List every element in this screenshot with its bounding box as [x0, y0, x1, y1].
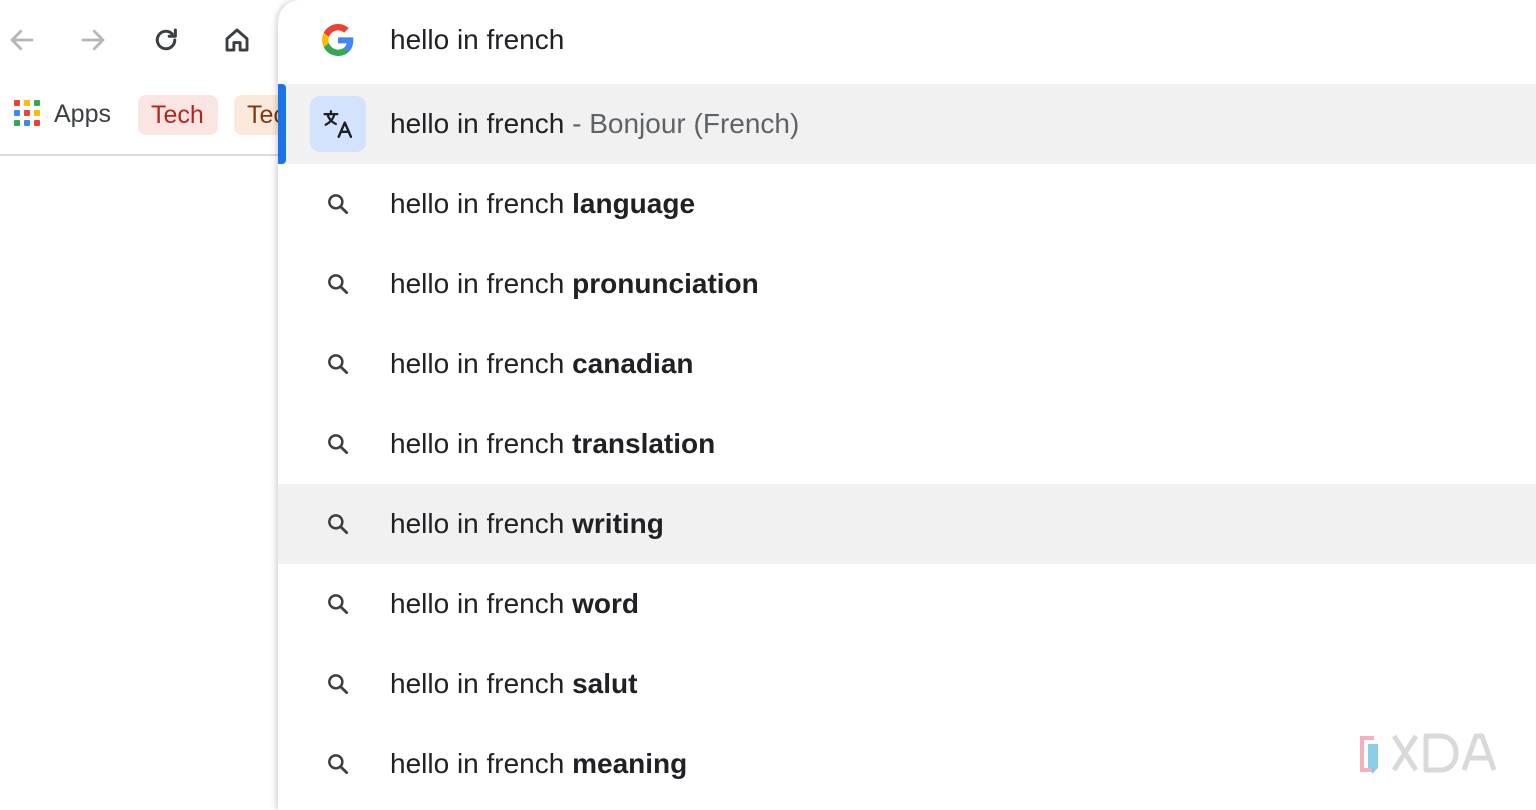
answer-query: hello in french	[390, 108, 565, 139]
forward-button[interactable]	[71, 18, 115, 62]
toolbar-divider	[0, 154, 300, 156]
suggestion-prefix: hello in french	[390, 428, 573, 459]
suggestion-item[interactable]: hello in french meaning	[278, 724, 1536, 804]
suggestion-prefix: hello in french	[390, 268, 573, 299]
arrow-left-icon	[10, 29, 34, 51]
browser-toolbar	[0, 0, 300, 80]
suggestion-text: hello in french word	[390, 586, 639, 622]
suggestion-item[interactable]: hello in french pronunciation	[278, 244, 1536, 324]
answer-separator: -	[564, 108, 590, 139]
omnibox-input[interactable]: hello in french	[390, 22, 564, 58]
translate-icon	[310, 96, 366, 152]
suggestion-item[interactable]: hello in french word	[278, 564, 1536, 644]
search-icon	[318, 664, 358, 704]
suggestion-completion: word	[572, 588, 639, 619]
suggestion-prefix: hello in french	[390, 588, 573, 619]
suggestion-item[interactable]: hello in french canadian	[278, 324, 1536, 404]
arrow-right-icon	[81, 29, 105, 51]
search-icon	[318, 504, 358, 544]
google-g-icon	[322, 24, 354, 56]
suggestion-completion: salut	[572, 668, 638, 699]
home-icon	[225, 28, 249, 52]
answer-translation: Bonjour (French)	[589, 108, 800, 139]
suggestion-completion: meaning	[572, 748, 688, 779]
search-icon	[318, 264, 358, 304]
suggestion-prefix: hello in french	[390, 668, 573, 699]
suggestion-completion: canadian	[572, 348, 694, 379]
reload-icon	[155, 28, 177, 51]
suggestion-prefix: hello in french	[390, 508, 573, 539]
suggestion-prefix: hello in french	[390, 348, 573, 379]
bookmark-apps[interactable]: Apps	[14, 96, 111, 132]
search-icon	[318, 584, 358, 624]
suggestion-completion: pronunciation	[572, 268, 759, 299]
home-button[interactable]	[215, 18, 259, 62]
suggestion-item[interactable]: hello in french translation	[278, 404, 1536, 484]
search-icon	[318, 424, 358, 464]
xda-watermark-logo	[1360, 733, 1497, 774]
search-icon	[318, 344, 358, 384]
search-icon	[318, 744, 358, 784]
suggestion-text: hello in french writing	[390, 506, 664, 542]
suggestion-translate-answer[interactable]: hello in french - Bonjour (French)	[278, 84, 1536, 164]
search-icon	[318, 184, 358, 224]
suggestion-text: hello in french pronunciation	[390, 266, 759, 302]
suggestion-item[interactable]: hello in french salut	[278, 644, 1536, 724]
suggestion-text: hello in french canadian	[390, 346, 694, 382]
suggestion-text: hello in french translation	[390, 426, 715, 462]
suggestion-completion: translation	[572, 428, 716, 459]
suggestion-prefix: hello in french	[390, 748, 573, 779]
suggestion-prefix: hello in french	[390, 188, 573, 219]
suggestion-completion: writing	[572, 508, 664, 539]
omnibox-dropdown: hello in french hello in french - Bonjou…	[278, 0, 1536, 810]
omnibox-input-row[interactable]: hello in french	[278, 0, 1536, 82]
selection-indicator	[278, 84, 286, 164]
bookmarks-bar: Apps Tech Tec	[0, 86, 304, 142]
suggestion-text: hello in french language	[390, 186, 695, 222]
bookmark-apps-label: Apps	[54, 99, 111, 128]
bookmark-folder-tech[interactable]: Tech	[138, 95, 218, 135]
reload-button[interactable]	[144, 18, 188, 62]
apps-grid-icon	[14, 100, 42, 128]
suggestion-text: hello in french - Bonjour (French)	[390, 106, 799, 142]
suggestion-text: hello in french meaning	[390, 746, 687, 782]
back-button[interactable]	[0, 18, 44, 62]
suggestion-completion: language	[572, 188, 696, 219]
suggestion-item[interactable]: hello in french language	[278, 164, 1536, 244]
suggestion-item-hovered[interactable]: hello in french writing	[278, 484, 1536, 564]
suggestion-text: hello in french salut	[390, 666, 637, 702]
